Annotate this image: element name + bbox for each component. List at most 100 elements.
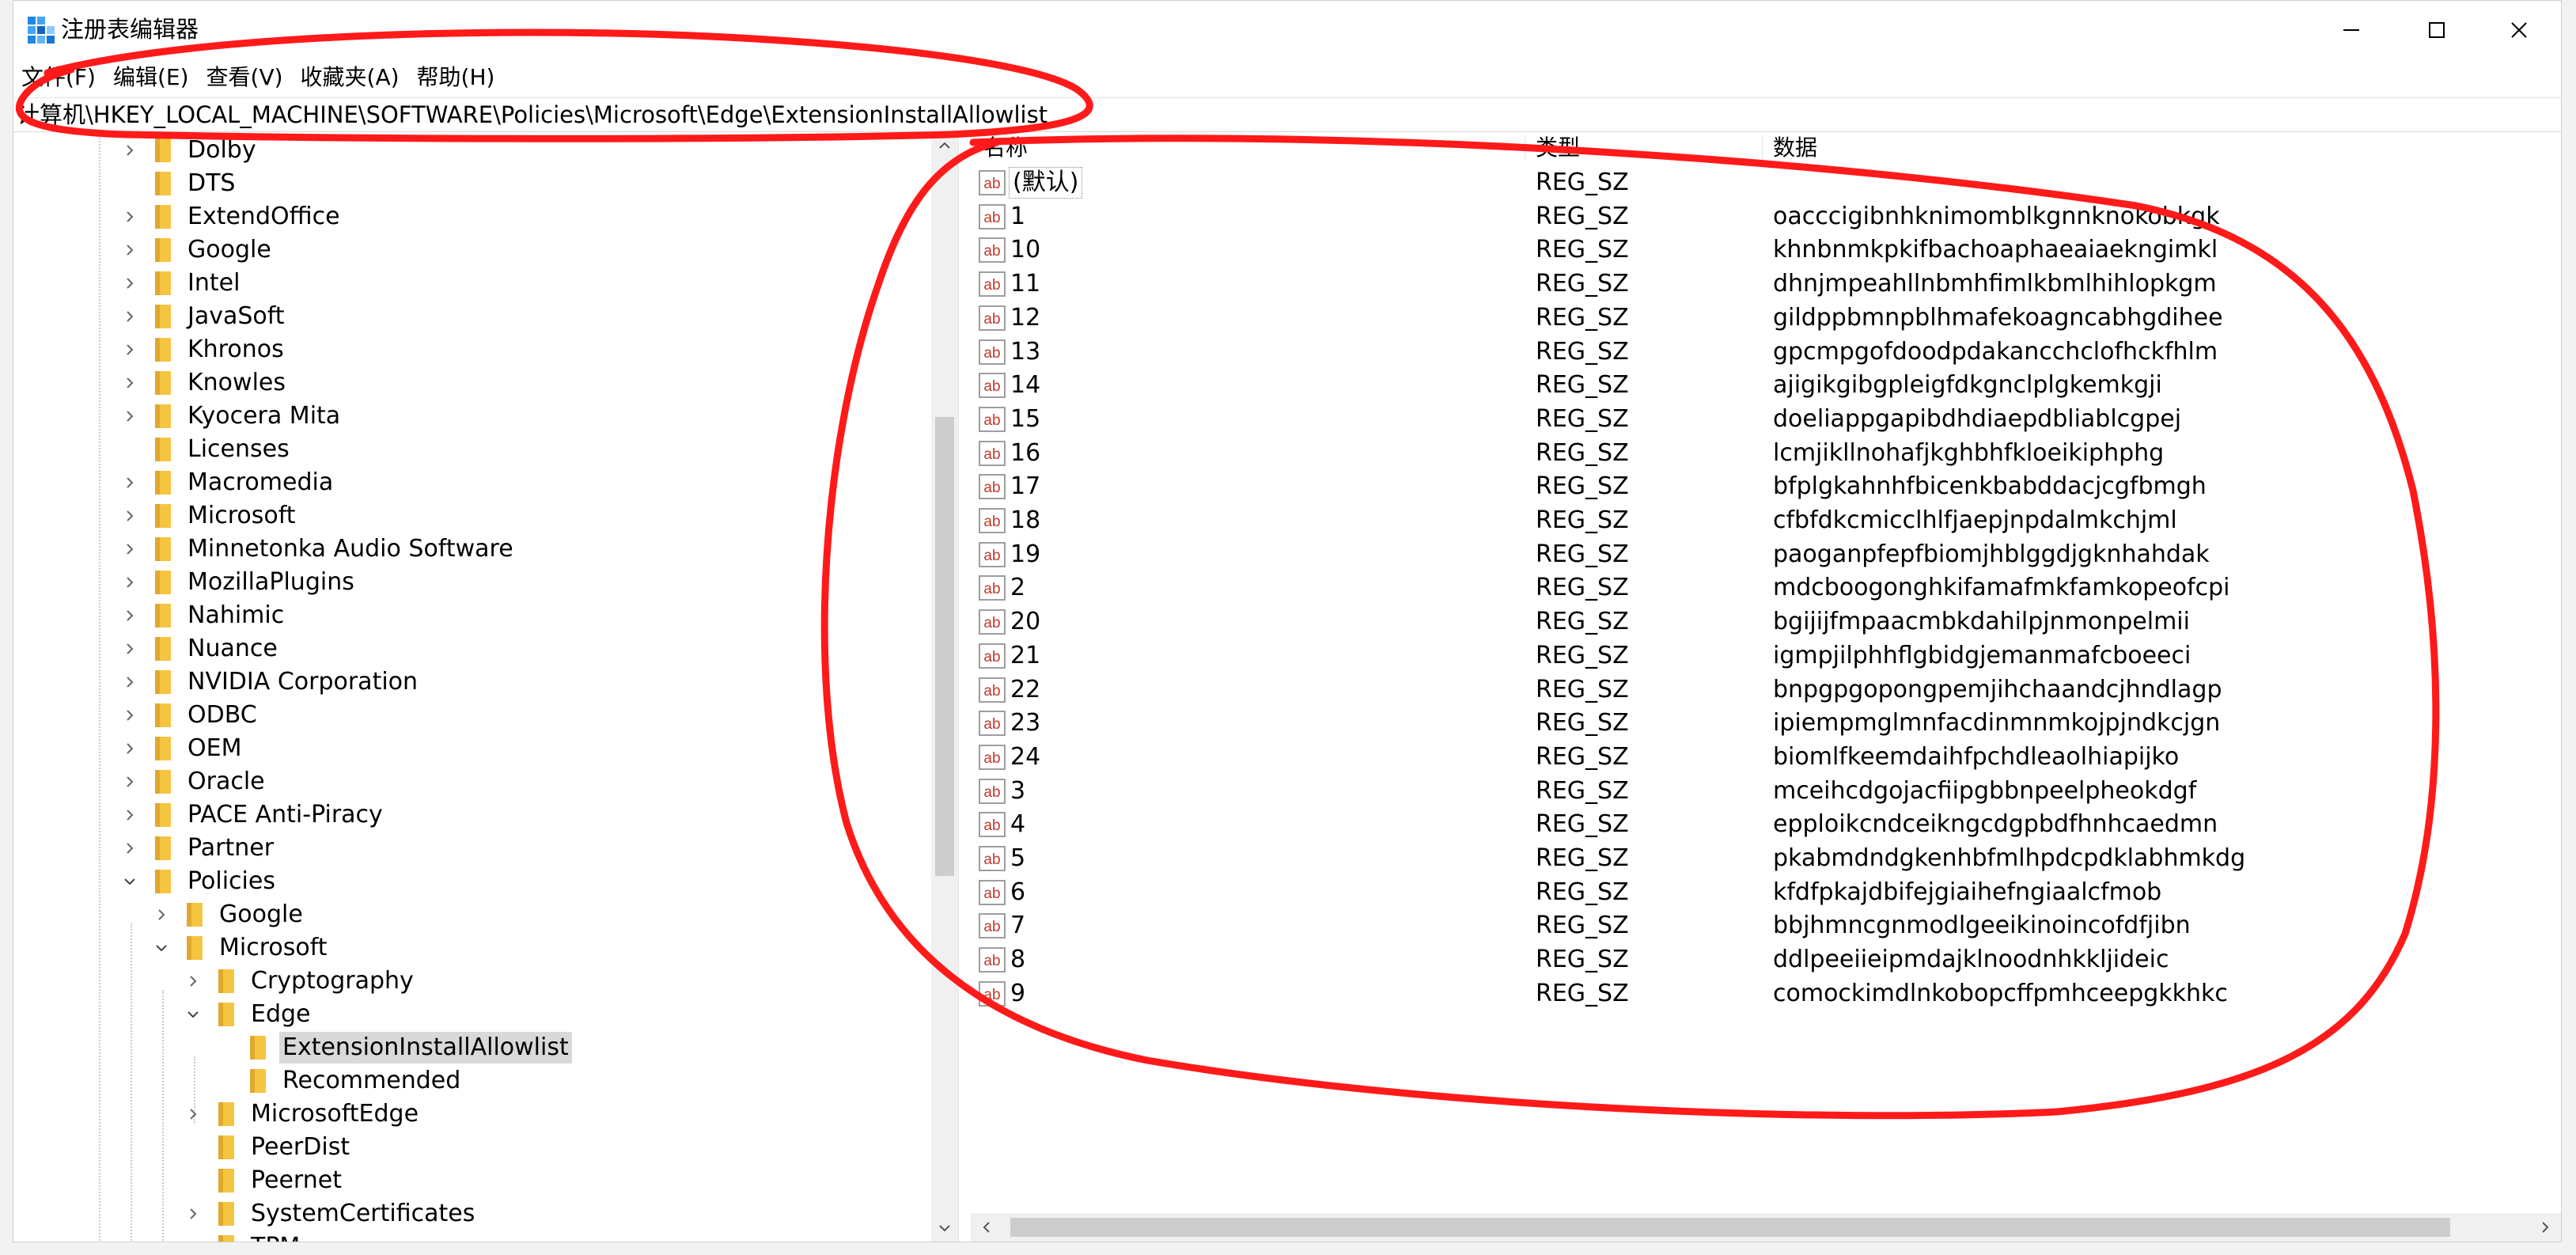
chevron-right-icon[interactable] — [121, 341, 138, 358]
tree-item-google[interactable]: Google — [121, 233, 275, 267]
tree-item-google[interactable]: Google — [153, 898, 306, 931]
tree-item-extendoffice[interactable]: ExtendOffice — [121, 200, 343, 233]
value-row[interactable]: ab (默认) REG_SZ — [971, 165, 2561, 199]
tree-item-policies[interactable]: Policies — [121, 865, 278, 898]
chevron-right-icon[interactable] — [121, 773, 138, 791]
tree-item-knowles[interactable]: Knowles — [121, 366, 289, 400]
column-header-type[interactable]: 类型 — [1536, 132, 1580, 164]
column-divider[interactable] — [1762, 135, 1763, 161]
menu-file[interactable]: 文件(F) — [18, 60, 99, 95]
chevron-right-icon[interactable] — [121, 540, 138, 558]
value-row[interactable]: ab 1 REG_SZ oacccigibnhknimomblkgnnknokobkg… — [971, 199, 2561, 233]
column-header-data[interactable]: 数据 — [1773, 132, 1817, 164]
chevron-right-icon[interactable] — [153, 906, 170, 923]
tree-item-odbc[interactable]: ODBC — [121, 699, 260, 732]
chevron-down-icon[interactable] — [121, 873, 138, 890]
value-row[interactable]: ab 15 REG_SZ doeliappgapibdhdiaepdbliablcgp… — [971, 402, 2561, 436]
tree-scroll-thumb[interactable] — [935, 417, 954, 876]
chevron-down-icon[interactable] — [184, 1006, 202, 1023]
tree-item-pace-anti-piracy[interactable]: PACE Anti-Piracy — [121, 798, 386, 832]
tree-item-oracle[interactable]: Oracle — [121, 765, 268, 798]
tree-item-nuance[interactable]: Nuance — [121, 632, 281, 665]
tree-item-microsoftedge[interactable]: MicrosoftEdge — [184, 1098, 422, 1131]
close-button[interactable] — [2476, 1, 2561, 59]
menu-view[interactable]: 查看(V) — [203, 60, 286, 95]
chevron-right-icon[interactable] — [121, 208, 138, 226]
menu-help[interactable]: 帮助(H) — [414, 60, 498, 95]
value-row[interactable]: ab 23 REG_SZ ipiempmglmnfacdinmnmkojpjndkcj… — [971, 706, 2561, 740]
value-row[interactable]: ab 21 REG_SZ igmpjilphhflgbidgjemanmafcboee… — [971, 639, 2561, 673]
chevron-right-icon[interactable] — [184, 1105, 202, 1123]
value-row[interactable]: ab 2 REG_SZ mdcboogonghkifamafmkfamkopeofcp… — [971, 571, 2561, 605]
chevron-down-icon[interactable] — [153, 939, 170, 957]
values-horizontal-scrollbar[interactable] — [971, 1213, 2561, 1242]
value-row[interactable]: ab 17 REG_SZ bfplgkahnhfbicenkbabddacjcgfbm… — [971, 469, 2561, 503]
tree-item-intel[interactable]: Intel — [121, 267, 243, 300]
tree-item-dts[interactable]: DTS — [121, 167, 238, 200]
tree-item-tpm[interactable]: TPM — [184, 1230, 303, 1242]
value-row[interactable]: ab 11 REG_SZ dhnjmpeahllnbmhfimlkbmlhihlopk… — [971, 267, 2561, 301]
value-row[interactable]: ab 14 REG_SZ ajigikgibgpleigfdkgnclplgkemkg… — [971, 368, 2561, 402]
value-row[interactable]: ab 16 REG_SZ lcmjikllnohafjkghbhfkloeikiphp… — [971, 436, 2561, 470]
tree-item-mozillaplugins[interactable]: MozillaPlugins — [121, 566, 358, 599]
value-row[interactable]: ab 24 REG_SZ biomlfkeemdaihfpchdleaolhiapij… — [971, 740, 2561, 774]
chevron-right-icon[interactable] — [121, 275, 138, 292]
value-row[interactable]: ab 10 REG_SZ khnbnmkpkifbachoaphaeaiaekngim… — [971, 233, 2561, 267]
menu-edit[interactable]: 编辑(E) — [110, 60, 192, 95]
value-row[interactable]: ab 19 REG_SZ paoganpfepfbiomjhblggdjgknhahd… — [971, 537, 2561, 571]
address-path[interactable]: 计算机\HKEY_LOCAL_MACHINE\SOFTWARE\Policies… — [17, 98, 1047, 131]
tree-item-macromedia[interactable]: Macromedia — [121, 466, 336, 499]
chevron-right-icon[interactable] — [121, 474, 138, 491]
chevron-right-icon[interactable] — [121, 408, 138, 425]
value-row[interactable]: ab 9 REG_SZ comockimdlnkobopcffpmhceepgkkhk… — [971, 976, 2561, 1010]
maximize-button[interactable] — [2393, 1, 2480, 59]
tree-item-nvidia-corporation[interactable]: NVIDIA Corporation — [121, 665, 421, 699]
value-row[interactable]: ab 4 REG_SZ epploikcndceikngcdgpbdfhnhcaedm… — [971, 807, 2561, 841]
tree-item-khronos[interactable]: Khronos — [121, 333, 287, 366]
chevron-right-icon[interactable] — [121, 806, 138, 824]
chevron-right-icon[interactable] — [184, 1205, 202, 1223]
tree-item-systemcertificates[interactable]: SystemCertificates — [184, 1197, 478, 1230]
tree-item-kyocera-mita[interactable]: Kyocera Mita — [121, 400, 343, 433]
tree-item-edge[interactable]: Edge — [184, 998, 314, 1031]
tree-item-oem[interactable]: OEM — [121, 732, 244, 765]
scroll-right-arrow[interactable] — [2529, 1213, 2561, 1242]
tree-item-partner[interactable]: Partner — [121, 832, 277, 865]
pane-splitter[interactable] — [958, 132, 972, 1242]
value-row[interactable]: ab 8 REG_SZ ddlpeeiieipmdajklnoodnhkkljidei… — [971, 942, 2561, 976]
tree-item-peernet[interactable]: Peernet — [184, 1164, 345, 1197]
tree-item-dolby[interactable]: Dolby — [121, 134, 259, 167]
scroll-up-arrow[interactable] — [931, 132, 958, 159]
chevron-right-icon[interactable] — [184, 973, 202, 990]
chevron-right-icon[interactable] — [121, 241, 138, 259]
value-row[interactable]: ab 7 REG_SZ bbjhmncgnmodlgeeikinoincofdfjib… — [971, 908, 2561, 942]
value-row[interactable]: ab 12 REG_SZ gildppbmnpblhmafekoagncabhgdih… — [971, 301, 2561, 335]
value-row[interactable]: ab 13 REG_SZ gpcmpgofdoodpdakancchclofhckfh… — [971, 335, 2561, 369]
scroll-left-arrow[interactable] — [971, 1213, 1002, 1242]
column-header-name[interactable]: 名称 — [983, 132, 1028, 164]
chevron-right-icon[interactable] — [121, 507, 138, 525]
menu-favorites[interactable]: 收藏夹(A) — [297, 60, 403, 95]
minimize-button[interactable] — [2308, 1, 2395, 59]
tree-item-peerdist[interactable]: PeerDist — [184, 1131, 353, 1164]
value-row[interactable]: ab 6 REG_SZ kfdfpkajdbifejgiaihefngiaalcfmo… — [971, 875, 2561, 909]
tree-item-microsoft[interactable]: Microsoft — [153, 931, 331, 965]
tree-item-recommended[interactable]: Recommended — [216, 1064, 464, 1098]
value-row[interactable]: ab 5 REG_SZ pkabmdndgkenhbfmlhpdcpdklabhmkd… — [971, 841, 2561, 875]
tree-item-licenses[interactable]: Licenses — [121, 433, 293, 466]
tree-item-minnetonka-audio-software[interactable]: Minnetonka Audio Software — [121, 533, 517, 566]
chevron-right-icon[interactable] — [121, 640, 138, 658]
tree-scrollbar[interactable] — [931, 132, 958, 1242]
chevron-right-icon[interactable] — [121, 374, 138, 392]
address-bar[interactable]: 计算机\HKEY_LOCAL_MACHINE\SOFTWARE\Policies… — [13, 97, 2561, 132]
chevron-right-icon[interactable] — [121, 142, 138, 159]
tree-item-nahimic[interactable]: Nahimic — [121, 599, 287, 632]
value-row[interactable]: ab 22 REG_SZ bnpgpgopongpemjihchaandcjhndla… — [971, 673, 2561, 707]
value-row[interactable]: ab 3 REG_SZ mceihcdgojacfiipgbbnpeelpheokdg… — [971, 774, 2561, 808]
tree-item-cryptography[interactable]: Cryptography — [184, 965, 417, 998]
value-row[interactable]: ab 20 REG_SZ bgijijfmpaacmbkdahilpjnmonpelm… — [971, 605, 2561, 639]
title-bar[interactable]: 注册表编辑器 — [13, 1, 2561, 59]
value-row[interactable]: ab 18 REG_SZ cfbfdkcmicclhlfjaepjnpdalmkchj… — [971, 503, 2561, 537]
chevron-right-icon[interactable] — [121, 574, 138, 591]
chevron-right-icon[interactable] — [121, 308, 138, 325]
